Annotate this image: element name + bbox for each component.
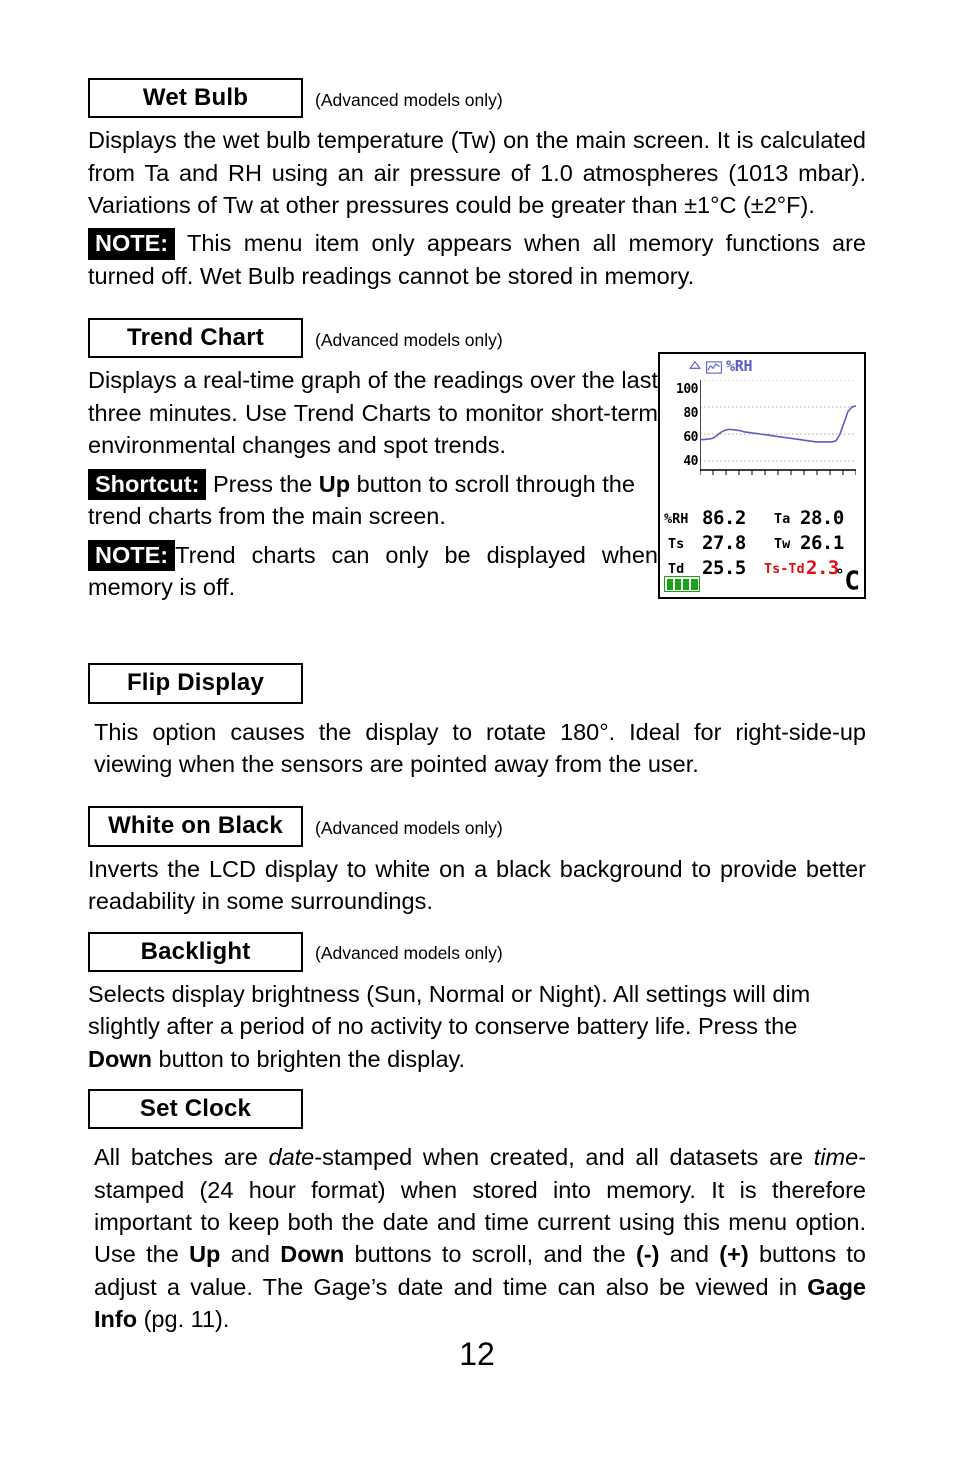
clock-text-2: -stamped when created, and all datasets … — [314, 1144, 814, 1171]
note-tag: NOTE: — [88, 228, 176, 260]
section-body-set-clock: All batches are date-stamped when create… — [94, 1141, 866, 1336]
document-page: Wet Bulb (Advanced models only) Displays… — [0, 0, 954, 1476]
reading-label-rh: %RH — [664, 511, 689, 528]
reading-label-ts: Ts — [668, 536, 685, 553]
clock-text-8: (pg. 11). — [137, 1306, 230, 1333]
advanced-note-white-on-black: (Advanced models only) — [315, 818, 503, 839]
y-tick-100: 100 — [676, 382, 698, 398]
trend-chart-text-column: Displays a real-time graph of the readin… — [88, 364, 658, 603]
shortcut-bold: Up — [318, 470, 351, 497]
section-body-wet-bulb: Displays the wet bulb temperature (Tw) o… — [88, 127, 866, 219]
section-shortcut-trend-chart: Shortcut: Press the Up button to scroll … — [88, 468, 658, 533]
lcd-header: %RH — [660, 354, 864, 380]
bell-icon — [688, 359, 702, 372]
y-tick-40: 40 — [683, 454, 698, 470]
section-body-flip-display: This option causes the display to rotate… — [94, 718, 866, 778]
reading-value-tw: 26.1 — [800, 532, 844, 555]
graph-plot-area — [699, 379, 857, 488]
clock-text-6: and — [659, 1241, 720, 1268]
section-title-flip-display: Flip Display — [88, 663, 303, 704]
trend-graph: 100 80 60 40 — [666, 379, 858, 500]
section-note-wet-bulb: NOTE: This menu item only appears when a… — [88, 227, 866, 292]
backlight-text-pre: Selects display brightness (Sun, Normal … — [88, 980, 811, 1040]
reading-row-rh: %RH 86.2 Ta 28.0 — [664, 506, 864, 531]
section-note-trend-chart: NOTE: Trend charts can only be displayed … — [88, 539, 658, 604]
shortcut-pre: Press the — [206, 470, 319, 497]
graph-y-axis-labels: 100 80 60 40 — [666, 380, 700, 490]
lcd-title: %RH — [726, 357, 753, 376]
section-title-set-clock: Set Clock — [88, 1088, 303, 1130]
section-body-backlight: Selects display brightness (Sun, Normal … — [88, 978, 866, 1075]
advanced-note-backlight: (Advanced models only) — [315, 943, 503, 964]
section-title-trend-chart: Trend Chart — [88, 318, 303, 359]
clock-text-1: All batches are — [94, 1144, 269, 1171]
reading-value-ta: 28.0 — [800, 507, 844, 530]
reading-label-td: Td — [668, 561, 685, 578]
advanced-note-trend-chart: (Advanced models only) — [315, 329, 503, 350]
chart-icon — [706, 359, 722, 374]
clock-italic-time: time — [813, 1144, 859, 1171]
lcd-status-bar: °C — [664, 566, 862, 597]
section-title-backlight: Backlight — [88, 931, 303, 972]
lcd-readings: %RH 86.2 Ta 28.0 Ts 27.8 Tw 26.1 Td 25.5 — [664, 506, 864, 581]
backlight-bold-down: Down — [88, 1045, 152, 1072]
note-text: This menu item only appears when all mem… — [88, 230, 866, 289]
unit-label: °C — [835, 566, 860, 597]
y-tick-80: 80 — [683, 406, 698, 422]
section-body-trend-chart: Displays a real-time graph of the readin… — [88, 367, 658, 459]
section-title-white-on-black: White on Black — [88, 806, 303, 847]
section-header-backlight: Backlight (Advanced models only) — [88, 931, 866, 972]
trend-line-svg — [699, 379, 857, 476]
clock-text-4: and — [220, 1241, 281, 1268]
reading-label-tw: Tw — [774, 536, 791, 553]
shortcut-tag: Shortcut: — [88, 468, 207, 500]
reading-label-ts-td: Ts-Td — [764, 561, 805, 578]
clock-italic-date: date — [268, 1144, 315, 1171]
advanced-note-wet-bulb: (Advanced models only) — [315, 89, 503, 110]
section-header-set-clock: Set Clock — [88, 1088, 866, 1130]
reading-row-ts: Ts 27.8 Tw 26.1 — [664, 531, 864, 556]
section-header-wet-bulb: Wet Bulb (Advanced models only) — [88, 78, 866, 119]
reading-value-rh: 86.2 — [702, 507, 746, 530]
clock-bold-minus: (-) — [635, 1241, 660, 1268]
section-title-wet-bulb: Wet Bulb — [88, 78, 303, 119]
note-tag: NOTE: — [88, 539, 176, 571]
section-header-flip-display: Flip Display — [88, 663, 866, 704]
section-body-white-on-black: Inverts the LCD display to white on a bl… — [88, 855, 866, 915]
backlight-text-post: button to brighten the display. — [151, 1045, 466, 1072]
clock-bold-up: Up — [189, 1241, 221, 1268]
page-number: 12 — [459, 1336, 495, 1372]
section-header-white-on-black: White on Black (Advanced models only) — [88, 806, 866, 847]
section-trend-chart: Trend Chart (Advanced models only) Displ… — [88, 318, 866, 603]
battery-icon — [664, 576, 700, 593]
clock-bold-down: Down — [280, 1241, 345, 1268]
clock-bold-plus: (+) — [719, 1241, 749, 1268]
clock-text-5: buttons to scroll, and the — [344, 1241, 636, 1268]
y-tick-60: 60 — [683, 430, 698, 446]
page-content: Wet Bulb (Advanced models only) Displays… — [88, 78, 866, 1336]
lcd-screen-illustration: %RH 100 80 60 40 %RH 86.2 Ta 28.0 Ts 27.… — [658, 352, 866, 600]
reading-value-ts: 27.8 — [702, 532, 746, 555]
reading-label-ta: Ta — [774, 511, 791, 528]
